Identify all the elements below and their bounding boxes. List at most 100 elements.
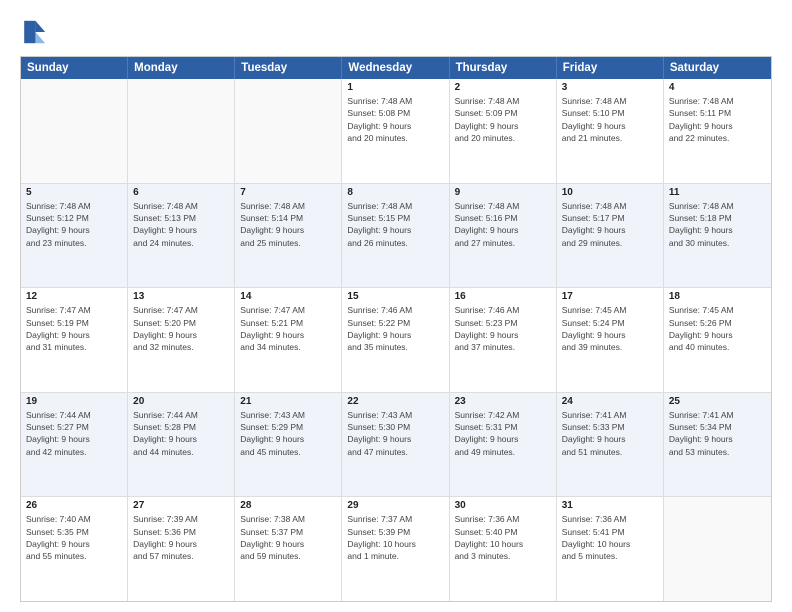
day-number: 19 xyxy=(26,396,122,407)
day-number: 15 xyxy=(347,291,443,302)
header-day-thursday: Thursday xyxy=(450,57,557,79)
day-info: Sunrise: 7:44 AMSunset: 5:28 PMDaylight:… xyxy=(133,409,229,458)
day-number: 5 xyxy=(26,187,122,198)
day-cell-6: 6 Sunrise: 7:48 AMSunset: 5:13 PMDaylight… xyxy=(128,184,235,288)
day-cell-11: 11 Sunrise: 7:48 AMSunset: 5:18 PMDayligh… xyxy=(664,184,771,288)
day-cell-empty xyxy=(21,79,128,183)
day-number: 6 xyxy=(133,187,229,198)
day-cell-1: 1 Sunrise: 7:48 AMSunset: 5:08 PMDaylight… xyxy=(342,79,449,183)
day-cell-4: 4Sunrise: 7:48 AMSunset: 5:11 PMDaylight… xyxy=(664,79,771,183)
logo-icon xyxy=(20,18,48,46)
day-number: 20 xyxy=(133,396,229,407)
day-cell-empty xyxy=(664,497,771,601)
day-info: Sunrise: 7:48 AMSunset: 5:13 PMDaylight:… xyxy=(133,200,229,249)
day-number: 1 xyxy=(347,82,443,93)
day-info: Sunrise: 7:48 AMSunset: 5:17 PMDaylight:… xyxy=(562,200,658,249)
day-info: Sunrise: 7:45 AMSunset: 5:24 PMDaylight:… xyxy=(562,304,658,353)
day-number: 2 xyxy=(455,82,551,93)
day-number: 18 xyxy=(669,291,766,302)
day-info: Sunrise: 7:37 AMSunset: 5:39 PMDaylight:… xyxy=(347,513,443,562)
day-info: Sunrise: 7:48 AMSunset: 5:11 PMDaylight:… xyxy=(669,95,766,144)
day-cell-empty xyxy=(128,79,235,183)
day-info: Sunrise: 7:48 AMSunset: 5:18 PMDaylight:… xyxy=(669,200,766,249)
day-cell-22: 22Sunrise: 7:43 AMSunset: 5:30 PMDayligh… xyxy=(342,393,449,497)
day-cell-21: 21 Sunrise: 7:43 AMSunset: 5:29 PMDayligh… xyxy=(235,393,342,497)
day-cell-17: 17 Sunrise: 7:45 AMSunset: 5:24 PMDayligh… xyxy=(557,288,664,392)
day-info: Sunrise: 7:47 AMSunset: 5:20 PMDaylight:… xyxy=(133,304,229,353)
day-cell-13: 13 Sunrise: 7:47 AMSunset: 5:20 PMDayligh… xyxy=(128,288,235,392)
day-number: 7 xyxy=(240,187,336,198)
header-day-tuesday: Tuesday xyxy=(235,57,342,79)
day-info: Sunrise: 7:36 AMSunset: 5:41 PMDaylight:… xyxy=(562,513,658,562)
logo xyxy=(20,18,50,46)
day-info: Sunrise: 7:47 AMSunset: 5:19 PMDaylight:… xyxy=(26,304,122,353)
day-cell-31: 31 Sunrise: 7:36 AMSunset: 5:41 PMDayligh… xyxy=(557,497,664,601)
day-cell-10: 10 Sunrise: 7:48 AMSunset: 5:17 PMDayligh… xyxy=(557,184,664,288)
day-info: Sunrise: 7:48 AMSunset: 5:09 PMDaylight:… xyxy=(455,95,551,144)
calendar-row-3: 19 Sunrise: 7:44 AMSunset: 5:27 PMDayligh… xyxy=(21,392,771,497)
header-day-monday: Monday xyxy=(128,57,235,79)
day-number: 17 xyxy=(562,291,658,302)
day-info: Sunrise: 7:48 AMSunset: 5:16 PMDaylight:… xyxy=(455,200,551,249)
day-number: 21 xyxy=(240,396,336,407)
day-cell-12: 12 Sunrise: 7:47 AMSunset: 5:19 PMDayligh… xyxy=(21,288,128,392)
day-cell-14: 14Sunrise: 7:47 AMSunset: 5:21 PMDayligh… xyxy=(235,288,342,392)
day-number: 11 xyxy=(669,187,766,198)
calendar-row-1: 5 Sunrise: 7:48 AMSunset: 5:12 PMDaylight… xyxy=(21,183,771,288)
day-info: Sunrise: 7:48 AMSunset: 5:12 PMDaylight:… xyxy=(26,200,122,249)
page: SundayMondayTuesdayWednesdayThursdayFrid… xyxy=(0,0,792,612)
calendar-row-2: 12 Sunrise: 7:47 AMSunset: 5:19 PMDayligh… xyxy=(21,287,771,392)
day-number: 23 xyxy=(455,396,551,407)
day-cell-24: 24 Sunrise: 7:41 AMSunset: 5:33 PMDayligh… xyxy=(557,393,664,497)
day-number: 10 xyxy=(562,187,658,198)
day-cell-2: 2 Sunrise: 7:48 AMSunset: 5:09 PMDaylight… xyxy=(450,79,557,183)
day-info: Sunrise: 7:45 AMSunset: 5:26 PMDaylight:… xyxy=(669,304,766,353)
day-info: Sunrise: 7:46 AMSunset: 5:23 PMDaylight:… xyxy=(455,304,551,353)
day-cell-9: 9 Sunrise: 7:48 AMSunset: 5:16 PMDaylight… xyxy=(450,184,557,288)
header-day-wednesday: Wednesday xyxy=(342,57,449,79)
day-number: 12 xyxy=(26,291,122,302)
day-number: 31 xyxy=(562,500,658,511)
day-info: Sunrise: 7:48 AMSunset: 5:10 PMDaylight:… xyxy=(562,95,658,144)
day-number: 30 xyxy=(455,500,551,511)
day-info: Sunrise: 7:41 AMSunset: 5:33 PMDaylight:… xyxy=(562,409,658,458)
day-cell-27: 27 Sunrise: 7:39 AMSunset: 5:36 PMDayligh… xyxy=(128,497,235,601)
day-number: 3 xyxy=(562,82,658,93)
day-cell-8: 8 Sunrise: 7:48 AMSunset: 5:15 PMDaylight… xyxy=(342,184,449,288)
header-day-saturday: Saturday xyxy=(664,57,771,79)
day-info: Sunrise: 7:43 AMSunset: 5:29 PMDaylight:… xyxy=(240,409,336,458)
day-number: 24 xyxy=(562,396,658,407)
calendar-row-4: 26Sunrise: 7:40 AMSunset: 5:35 PMDayligh… xyxy=(21,496,771,601)
day-cell-29: 29 Sunrise: 7:37 AMSunset: 5:39 PMDayligh… xyxy=(342,497,449,601)
day-info: Sunrise: 7:46 AMSunset: 5:22 PMDaylight:… xyxy=(347,304,443,353)
day-info: Sunrise: 7:40 AMSunset: 5:35 PMDaylight:… xyxy=(26,513,122,562)
day-info: Sunrise: 7:47 AMSunset: 5:21 PMDaylight:… xyxy=(240,304,336,353)
day-number: 22 xyxy=(347,396,443,407)
day-info: Sunrise: 7:39 AMSunset: 5:36 PMDaylight:… xyxy=(133,513,229,562)
day-info: Sunrise: 7:48 AMSunset: 5:14 PMDaylight:… xyxy=(240,200,336,249)
day-info: Sunrise: 7:36 AMSunset: 5:40 PMDaylight:… xyxy=(455,513,551,562)
day-number: 29 xyxy=(347,500,443,511)
day-cell-20: 20 Sunrise: 7:44 AMSunset: 5:28 PMDayligh… xyxy=(128,393,235,497)
day-cell-7: 7 Sunrise: 7:48 AMSunset: 5:14 PMDaylight… xyxy=(235,184,342,288)
day-number: 27 xyxy=(133,500,229,511)
day-number: 13 xyxy=(133,291,229,302)
day-info: Sunrise: 7:48 AMSunset: 5:15 PMDaylight:… xyxy=(347,200,443,249)
day-cell-30: 30 Sunrise: 7:36 AMSunset: 5:40 PMDayligh… xyxy=(450,497,557,601)
day-number: 28 xyxy=(240,500,336,511)
day-cell-25: 25 Sunrise: 7:41 AMSunset: 5:34 PMDayligh… xyxy=(664,393,771,497)
day-cell-5: 5 Sunrise: 7:48 AMSunset: 5:12 PMDaylight… xyxy=(21,184,128,288)
calendar-body: 1 Sunrise: 7:48 AMSunset: 5:08 PMDaylight… xyxy=(21,79,771,601)
day-cell-3: 3 Sunrise: 7:48 AMSunset: 5:10 PMDaylight… xyxy=(557,79,664,183)
day-info: Sunrise: 7:48 AMSunset: 5:08 PMDaylight:… xyxy=(347,95,443,144)
day-info: Sunrise: 7:41 AMSunset: 5:34 PMDaylight:… xyxy=(669,409,766,458)
day-cell-empty xyxy=(235,79,342,183)
day-cell-23: 23Sunrise: 7:42 AMSunset: 5:31 PMDayligh… xyxy=(450,393,557,497)
day-info: Sunrise: 7:44 AMSunset: 5:27 PMDaylight:… xyxy=(26,409,122,458)
day-cell-18: 18 Sunrise: 7:45 AMSunset: 5:26 PMDayligh… xyxy=(664,288,771,392)
day-cell-19: 19 Sunrise: 7:44 AMSunset: 5:27 PMDayligh… xyxy=(21,393,128,497)
day-number: 9 xyxy=(455,187,551,198)
day-cell-15: 15 Sunrise: 7:46 AMSunset: 5:22 PMDayligh… xyxy=(342,288,449,392)
day-number: 25 xyxy=(669,396,766,407)
day-number: 8 xyxy=(347,187,443,198)
